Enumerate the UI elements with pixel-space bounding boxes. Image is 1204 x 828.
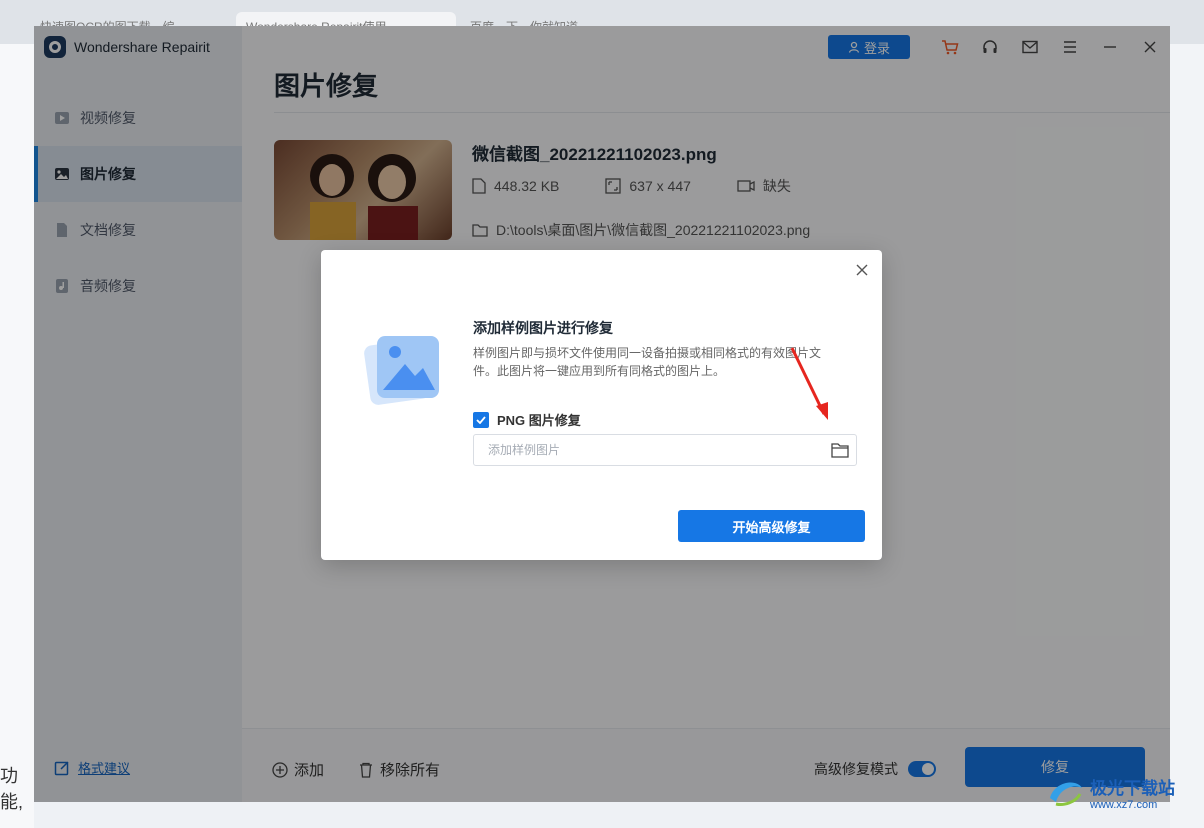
dialog-title: 添加样例图片进行修复 <box>473 320 613 336</box>
png-repair-checkbox[interactable] <box>473 411 489 428</box>
sample-image-field <box>473 434 857 466</box>
watermark-url: www.xz7.com <box>1090 799 1158 811</box>
watermark-logo-icon <box>1050 782 1082 806</box>
image-illustration-icon <box>364 336 439 405</box>
png-repair-option: PNG 图片修复 <box>473 410 581 429</box>
background-text-fragment: 功能, <box>0 766 24 812</box>
sample-image-input[interactable] <box>474 435 814 465</box>
browse-folder-icon[interactable] <box>830 441 850 459</box>
check-icon <box>476 415 486 424</box>
site-watermark: 极光下载站 www.xz7.com <box>1046 774 1175 811</box>
red-arrow-annotation <box>790 347 828 420</box>
watermark-text: 极光下载站 <box>1090 779 1175 798</box>
background-page-right <box>1170 44 1204 828</box>
close-icon[interactable] <box>852 260 872 280</box>
png-repair-label: PNG 图片修复 <box>497 413 581 428</box>
background-page-left: 功能, <box>0 44 34 828</box>
start-advanced-repair-button[interactable]: 开始高级修复 <box>678 510 865 542</box>
dialog-description: 样例图片即与损坏文件使用同一设备拍摄或相同格式的有效图片文件。此图片将一键应用到… <box>473 346 822 378</box>
